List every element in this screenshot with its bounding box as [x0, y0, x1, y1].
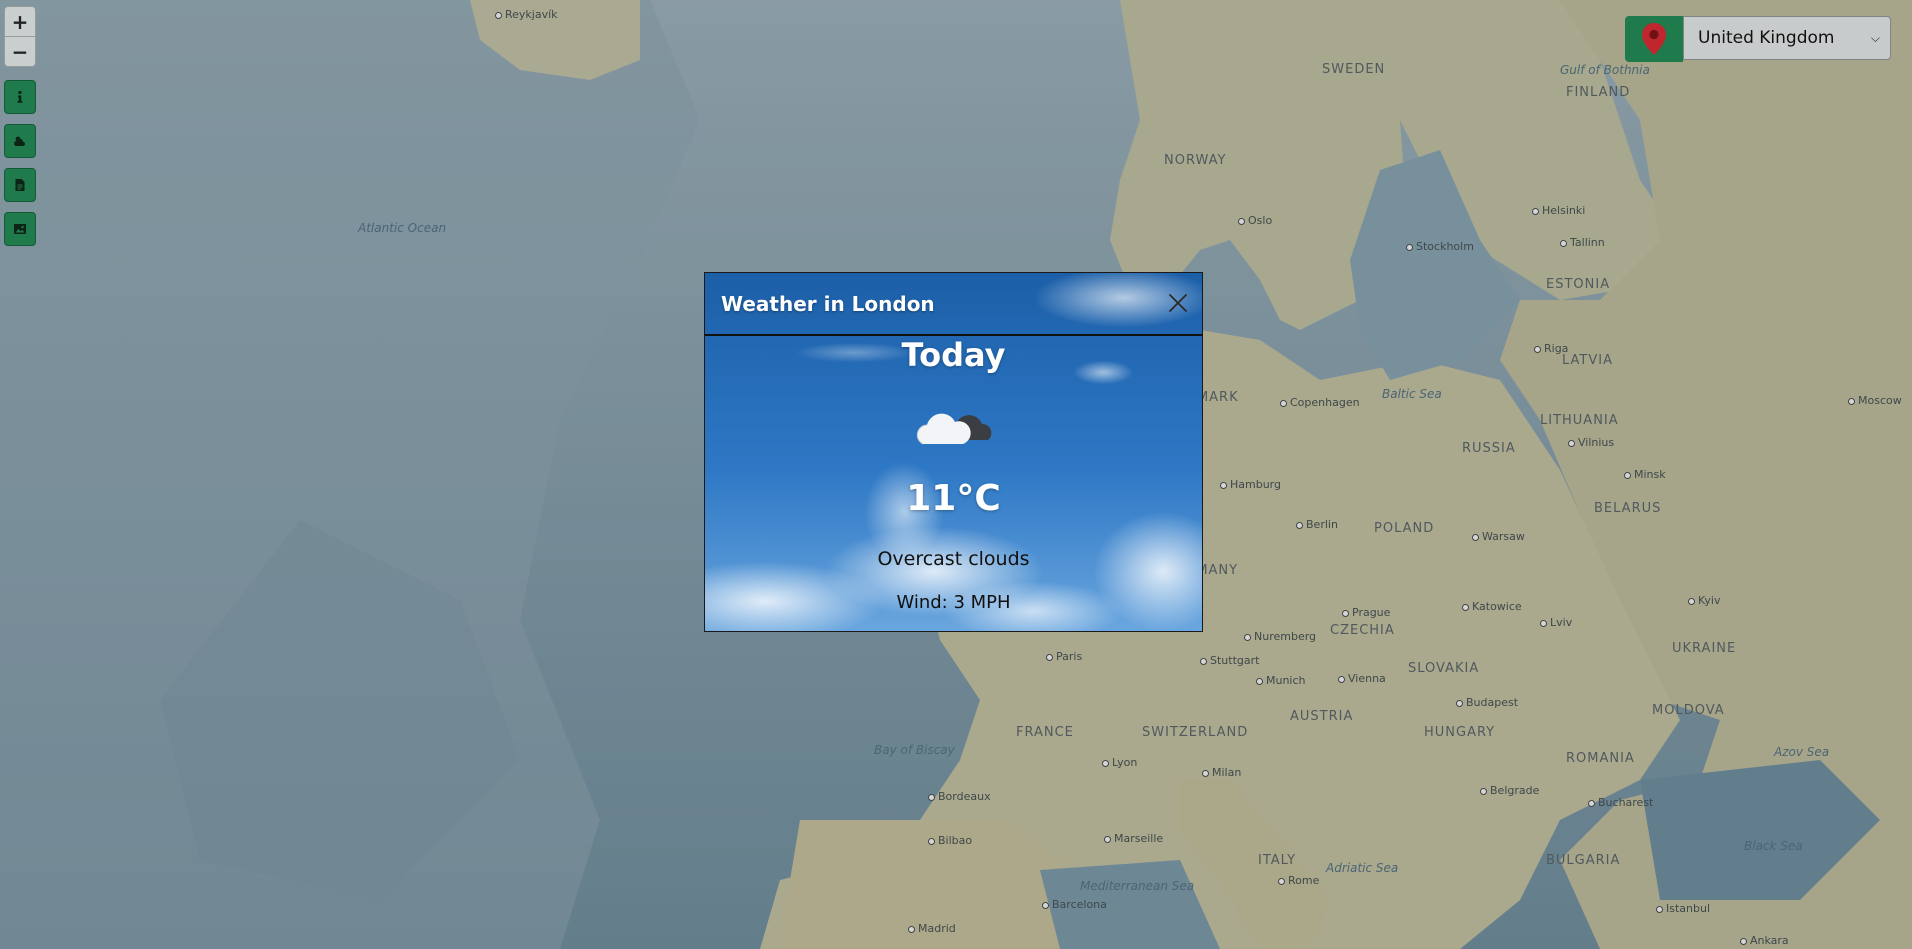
modal-header: Weather in London [705, 273, 1202, 336]
location-pin-button[interactable] [1625, 16, 1683, 62]
image-button[interactable] [4, 212, 36, 246]
close-icon[interactable] [1168, 293, 1188, 313]
document-icon [15, 179, 25, 191]
modal-body: Today 11°C Overcast clouds Wind: 3 MPH [705, 336, 1202, 631]
image-icon [14, 224, 26, 234]
temperature: 11°C [906, 478, 1001, 519]
weather-modal: Weather in London Today 11°C Overcast cl… [704, 272, 1203, 632]
weather-button[interactable] [4, 124, 36, 158]
cloud-overcast-icon [916, 413, 992, 445]
zoom-in-button[interactable]: + [5, 7, 35, 36]
weather-description: Overcast clouds [877, 548, 1030, 570]
weather-icon [14, 136, 25, 146]
map-pin-icon [1642, 23, 1666, 55]
zoom-out-button[interactable]: − [5, 36, 35, 66]
country-select[interactable]: United Kingdom ⌵ [1683, 16, 1891, 60]
zoom-control: + − [4, 6, 36, 67]
info-icon [17, 90, 23, 103]
wind-speed: Wind: 3 MPH [896, 592, 1011, 613]
country-select-value: United Kingdom [1698, 28, 1835, 48]
info-button[interactable] [4, 80, 36, 114]
chevron-down-icon: ⌵ [1870, 30, 1880, 45]
document-button[interactable] [4, 168, 36, 202]
modal-title: Weather in London [721, 291, 935, 316]
forecast-day: Today [901, 336, 1006, 374]
country-selector: United Kingdom ⌵ [1625, 16, 1891, 62]
